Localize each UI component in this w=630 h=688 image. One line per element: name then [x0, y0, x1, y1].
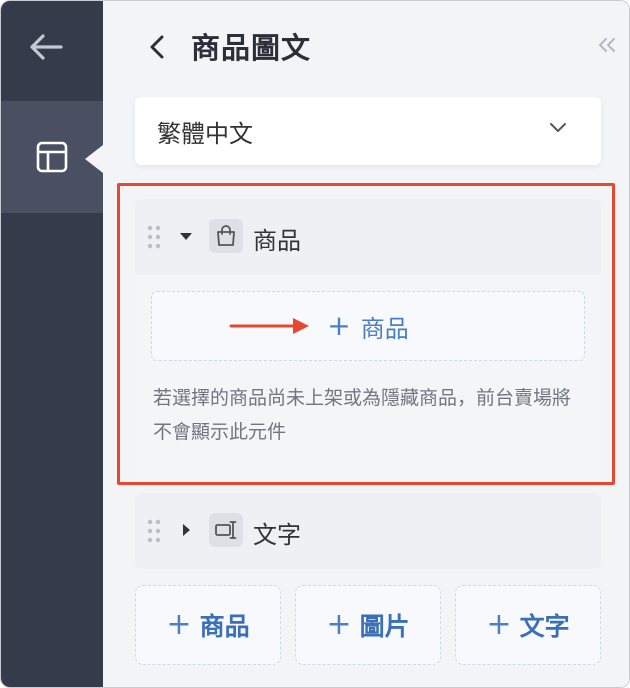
add-text-block-label: 文字: [519, 612, 570, 641]
add-text-block-button[interactable]: + 文字: [455, 585, 601, 665]
add-image-block-button[interactable]: + 圖片: [295, 585, 441, 665]
add-product-label: 商品: [360, 314, 409, 343]
chevron-down-icon: [550, 123, 566, 132]
product-section-body: + 商品 若選擇的商品尚未上架或為隱藏商品，前台賣場將不會顯示此元件: [135, 275, 601, 475]
left-rail: [1, 1, 103, 687]
caret-down-icon[interactable]: [179, 229, 193, 243]
text-cursor-icon: [215, 521, 237, 539]
drag-handle-icon[interactable]: [147, 519, 161, 543]
header-back-button[interactable]: [141, 29, 173, 65]
arrow-left-icon: [30, 34, 63, 60]
text-section-label: 文字: [253, 521, 301, 549]
double-chevron-left-icon: [599, 38, 615, 52]
product-section-header[interactable]: 商品: [135, 199, 601, 275]
text-section: 文字: [135, 493, 601, 569]
add-product-block-label: 商品: [199, 612, 250, 641]
active-indicator: [85, 145, 103, 173]
text-section-header[interactable]: 文字: [135, 493, 601, 569]
add-product-button[interactable]: + 商品: [151, 291, 585, 361]
product-hint-text: 若選擇的商品尚未上架或為隱藏商品，前台賣場將不會顯示此元件: [153, 387, 572, 443]
plus-icon: +: [486, 607, 512, 642]
drag-handle-icon[interactable]: [147, 225, 161, 249]
chevron-left-icon: [150, 35, 164, 59]
plus-icon: +: [327, 309, 351, 342]
product-type-badge: [209, 219, 243, 253]
app-window: 商品圖文 繁體中文 商品 + 商品 若選擇的商品尚未上架或為隱藏商品，前台賣場將…: [0, 0, 630, 688]
rail-back-button[interactable]: [23, 27, 69, 67]
plus-icon: +: [326, 607, 352, 642]
product-section-label: 商品: [253, 227, 301, 255]
product-section: 商品 + 商品 若選擇的商品尚未上架或為隱藏商品，前台賣場將不會顯示此元件: [135, 199, 601, 475]
page-title: 商品圖文: [191, 31, 312, 65]
language-select[interactable]: 繁體中文: [135, 97, 601, 165]
text-type-badge: [209, 513, 243, 547]
layout-icon: [36, 141, 68, 173]
caret-right-icon[interactable]: [179, 523, 193, 537]
add-product-block-button[interactable]: + 商品: [135, 585, 281, 665]
collapse-panel-button[interactable]: [593, 31, 621, 59]
plus-icon: +: [166, 607, 192, 642]
language-select-value: 繁體中文: [157, 119, 253, 148]
add-image-block-label: 圖片: [359, 612, 410, 641]
shopping-bag-icon: [217, 225, 235, 246]
